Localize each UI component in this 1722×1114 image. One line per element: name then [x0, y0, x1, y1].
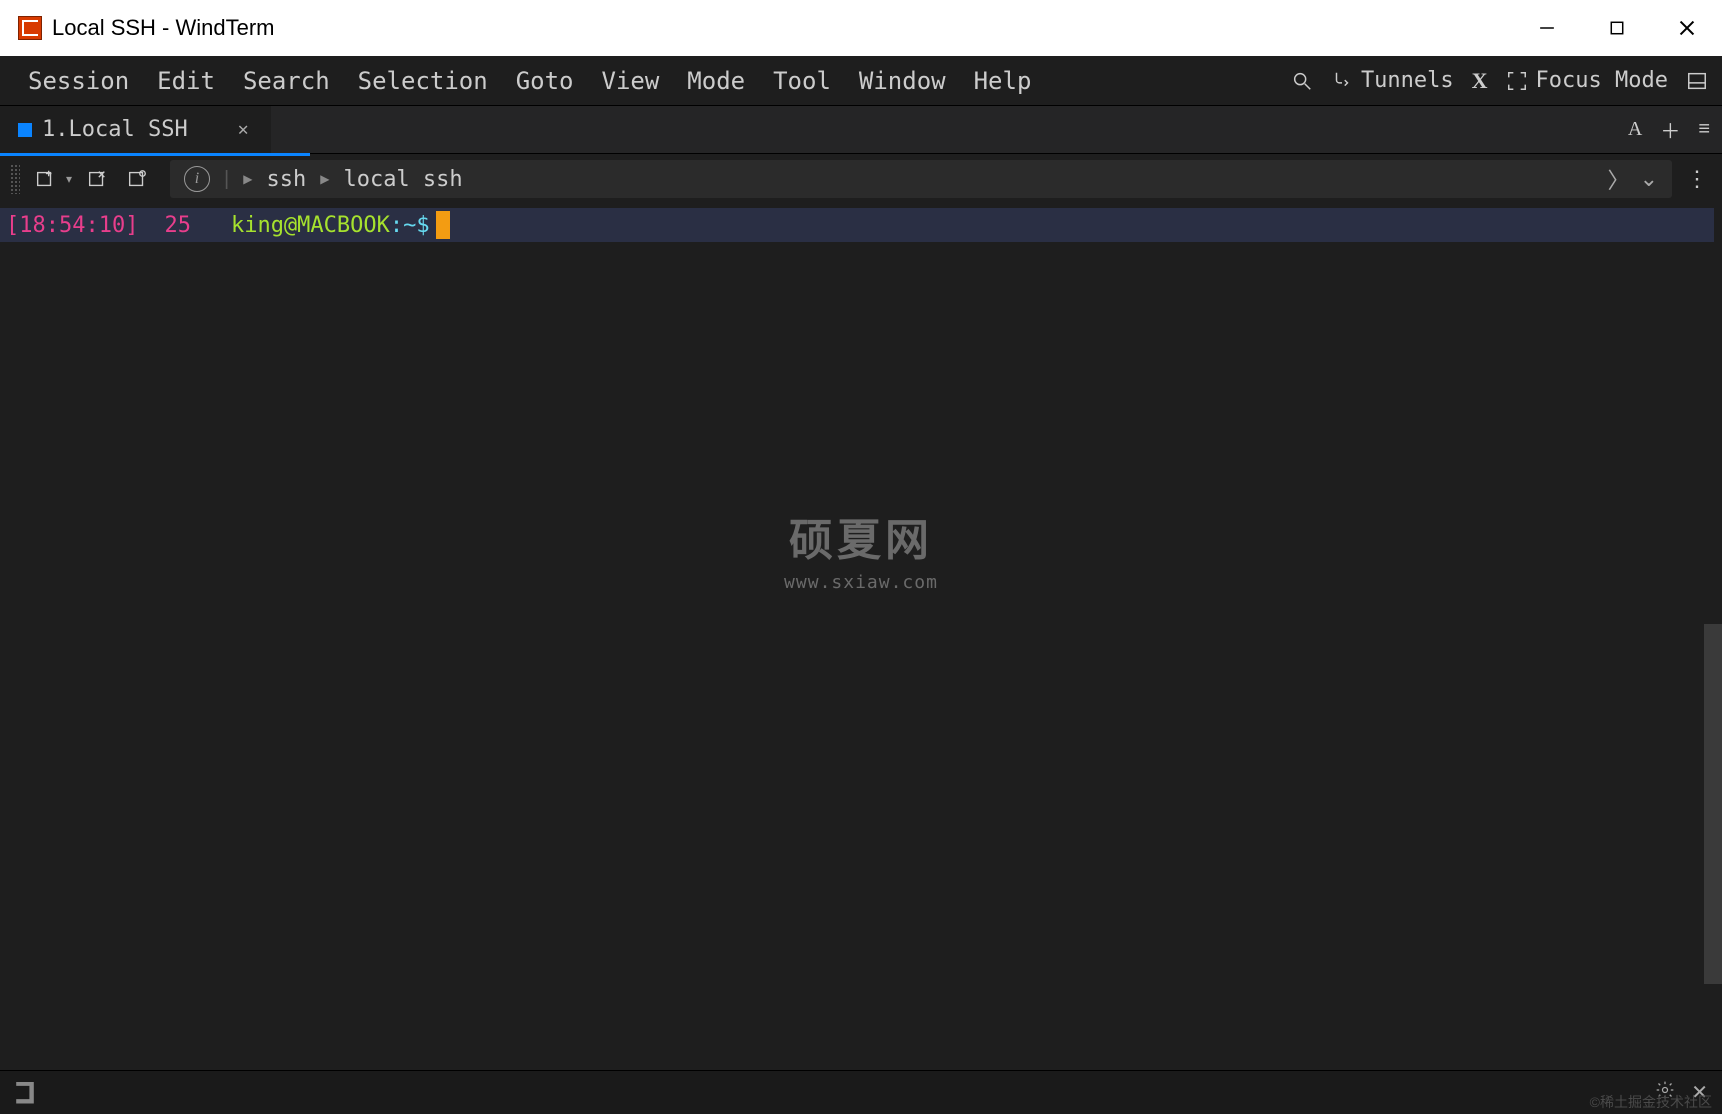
toolbar: ▾ i | ▶ ssh ▶ local ssh 〉 ⌄ ⋮ — [0, 154, 1722, 204]
minimize-button[interactable] — [1512, 0, 1582, 56]
breadcrumb-next-icon[interactable]: 〉 — [1608, 163, 1630, 195]
tab-active-indicator — [0, 153, 310, 156]
titlebar: Local SSH - WindTerm — [0, 0, 1722, 56]
prompt-colon: : — [390, 213, 403, 238]
tabbar-menu-icon[interactable]: ≡ — [1698, 118, 1710, 141]
add-tab-button[interactable]: ＋ — [1660, 115, 1680, 144]
menu-right: Tunnels X Focus Mode — [1291, 68, 1708, 94]
more-vertical-icon[interactable]: ⋮ — [1682, 164, 1712, 194]
statusbar: ✕ ©稀土掘金技术社区 — [0, 1070, 1722, 1114]
terminal-pane[interactable]: [18:54:10] 25 king@MACBOOK:~$ 硕夏网 www.sx… — [0, 204, 1722, 1070]
breadcrumb-seg-local[interactable]: local ssh — [343, 167, 462, 192]
breadcrumb-arrow-icon: ▶ — [320, 172, 329, 186]
menu-tool[interactable]: Tool — [759, 59, 845, 103]
tabbar-right: A ＋ ≡ — [1628, 115, 1710, 144]
menu-help[interactable]: Help — [960, 59, 1046, 103]
tab-local-ssh[interactable]: 1.Local SSH ✕ — [0, 106, 271, 153]
prompt-user-host: king@MACBOOK — [231, 213, 390, 238]
close-button[interactable] — [1652, 0, 1722, 56]
tab-label: 1.Local SSH — [42, 117, 188, 142]
info-icon[interactable]: i — [184, 166, 210, 192]
tab-close-icon[interactable]: ✕ — [234, 115, 253, 144]
tab-group: 1.Local SSH ✕ — [0, 106, 271, 153]
clear-x-button[interactable]: X — [1472, 68, 1488, 94]
menu-goto[interactable]: Goto — [502, 59, 588, 103]
dropdown-caret-icon[interactable]: ▾ — [66, 172, 72, 186]
titlebar-left: Local SSH - WindTerm — [18, 15, 275, 41]
scrollbar[interactable] — [1704, 624, 1722, 984]
status-app-icon[interactable] — [14, 1082, 36, 1104]
breadcrumb-arrow-icon: ▶ — [243, 172, 252, 186]
breadcrumb-separator: | — [224, 168, 229, 191]
menu-search[interactable]: Search — [229, 59, 344, 103]
window-controls — [1512, 0, 1722, 56]
footer-credit: ©稀土掘金技术社区 — [1590, 1092, 1712, 1112]
watermark: 硕夏网 www.sxiaw.com — [784, 504, 938, 593]
breadcrumb-expand-icon[interactable]: ⌄ — [1640, 166, 1658, 192]
tab-status-icon — [18, 123, 32, 137]
panel-toggle-icon[interactable] — [1686, 70, 1708, 92]
session-status-button[interactable] — [122, 164, 152, 194]
window-title: Local SSH - WindTerm — [52, 15, 275, 41]
terminal-prompt-line: [18:54:10] 25 king@MACBOOK:~$ — [0, 208, 1714, 242]
menu-left: Session Edit Search Selection Goto View … — [14, 59, 1045, 103]
close-session-button[interactable] — [82, 164, 112, 194]
menu-session[interactable]: Session — [14, 59, 143, 103]
menu-selection[interactable]: Selection — [344, 59, 502, 103]
prompt-timestamp: [18:54:10] — [6, 213, 138, 238]
terminal-cursor — [436, 211, 450, 239]
menu-window[interactable]: Window — [845, 59, 960, 103]
watermark-title: 硕夏网 — [784, 504, 938, 568]
new-session-button[interactable] — [30, 164, 60, 194]
watermark-url: www.sxiaw.com — [784, 572, 938, 593]
menu-view[interactable]: View — [588, 59, 674, 103]
search-icon[interactable] — [1291, 70, 1313, 92]
font-button[interactable]: A — [1628, 118, 1642, 141]
focus-mode-button[interactable]: Focus Mode — [1506, 68, 1668, 93]
breadcrumb-bar[interactable]: i | ▶ ssh ▶ local ssh 〉 ⌄ — [170, 160, 1672, 198]
drag-grip-icon[interactable] — [10, 164, 20, 194]
prompt-symbol: $ — [416, 213, 429, 238]
prompt-history-count: 25 — [164, 213, 191, 238]
maximize-button[interactable] — [1582, 0, 1652, 56]
status-left — [14, 1082, 36, 1104]
breadcrumb-seg-ssh[interactable]: ssh — [266, 167, 306, 192]
focus-mode-label: Focus Mode — [1536, 68, 1668, 93]
tabbar: 1.Local SSH ✕ A ＋ ≡ — [0, 106, 1722, 154]
menubar: Session Edit Search Selection Goto View … — [0, 56, 1722, 106]
menu-edit[interactable]: Edit — [143, 59, 229, 103]
tunnels-button[interactable]: Tunnels — [1331, 68, 1454, 93]
menu-mode[interactable]: Mode — [673, 59, 759, 103]
prompt-path: ~ — [403, 213, 416, 238]
app-icon — [18, 16, 42, 40]
tunnels-label: Tunnels — [1361, 68, 1454, 93]
